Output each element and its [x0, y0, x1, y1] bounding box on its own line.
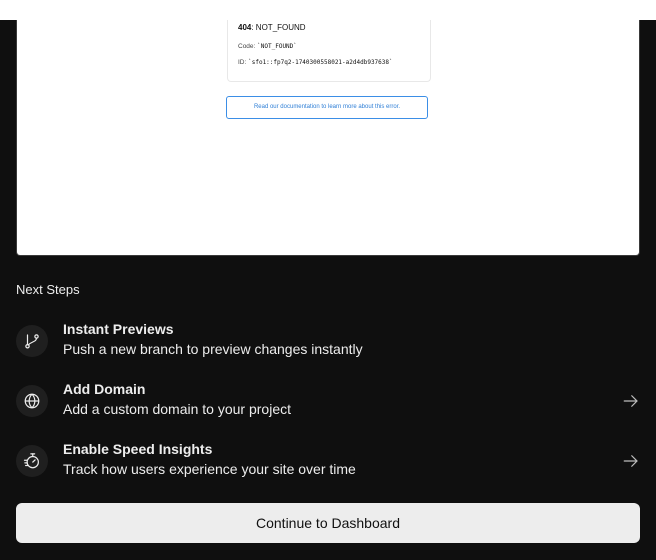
step-title: Enable Speed Insights	[63, 441, 213, 457]
error-id-line: ID: `sfo1::fp7q2-1740300558021-a2d4db937…	[238, 59, 393, 66]
step-title: Instant Previews	[63, 321, 174, 337]
arrow-right-icon[interactable]	[622, 392, 640, 410]
error-code-line: Code: `NOT_FOUND`	[238, 43, 297, 50]
step-description: Track how users experience your site ove…	[63, 461, 356, 477]
browser-top-strip	[0, 0, 656, 20]
next-steps-heading: Next Steps	[16, 282, 80, 297]
step-speed-insights[interactable]: Enable Speed Insights Track how users ex…	[16, 441, 640, 481]
step-description: Push a new branch to preview changes ins…	[63, 341, 363, 357]
step-add-domain[interactable]: Add Domain Add a custom domain to your p…	[16, 381, 640, 421]
error-status: 404	[238, 23, 252, 32]
step-description: Add a custom domain to your project	[63, 401, 292, 417]
error-title: 404: NOT_FOUND	[238, 23, 306, 32]
stopwatch-icon	[16, 445, 48, 477]
error-id-value: `sfo1::fp7q2-1740300558021-a2d4db937638`	[248, 59, 393, 66]
error-code-value: `NOT_FOUND`	[257, 43, 297, 50]
step-title: Add Domain	[63, 381, 146, 397]
error-message: : NOT_FOUND	[251, 23, 306, 32]
globe-icon	[16, 385, 48, 417]
error-card: 404: NOT_FOUND Code: `NOT_FOUND` ID: `sf…	[227, 20, 431, 82]
error-id-label: ID:	[238, 59, 249, 66]
arrow-right-icon[interactable]	[622, 452, 640, 470]
error-code-label: Code:	[238, 43, 258, 50]
documentation-link[interactable]: Read our documentation to learn more abo…	[226, 96, 428, 119]
step-instant-previews[interactable]: Instant Previews Push a new branch to pr…	[16, 321, 640, 361]
continue-to-dashboard-button[interactable]: Continue to Dashboard	[16, 503, 640, 543]
git-branch-icon	[16, 325, 48, 357]
deployment-preview[interactable]: 404: NOT_FOUND Code: `NOT_FOUND` ID: `sf…	[16, 20, 640, 256]
